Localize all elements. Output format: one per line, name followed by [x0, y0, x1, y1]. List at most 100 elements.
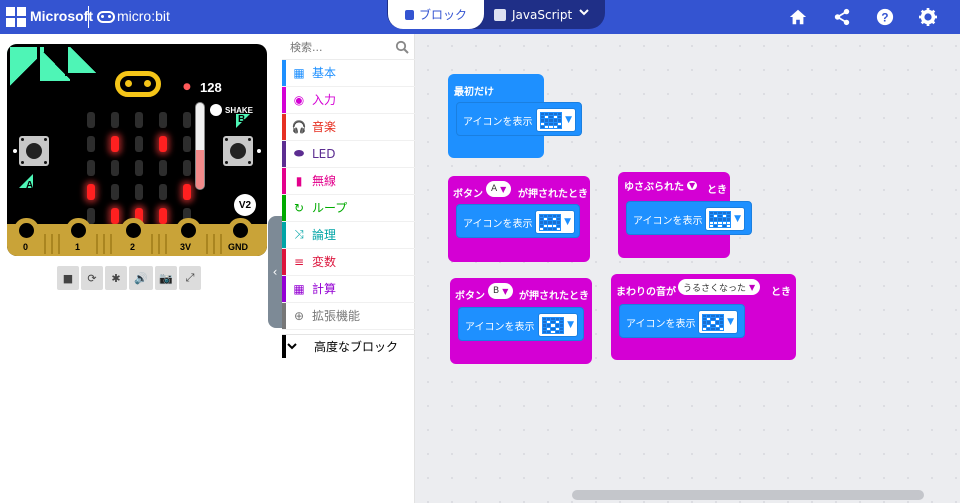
sound-level-slider[interactable] [195, 102, 205, 190]
show-icon-block[interactable]: アイコンを表示 ▼ [458, 307, 584, 341]
category-2[interactable]: 🎧 音楽 [282, 114, 415, 141]
help-icon[interactable]: ? [872, 4, 898, 30]
simulator-toolbar: ■ ⟳ ✱ 🔊 📷 ⤢ [57, 266, 201, 290]
icon-dropdown[interactable]: ▼ [538, 313, 578, 337]
button-selector-dropdown[interactable]: A ▼ [486, 181, 512, 197]
touch-logo[interactable] [115, 71, 161, 97]
debug-button[interactable]: ✱ [105, 266, 127, 290]
category-label: 入力 [312, 93, 337, 108]
icon-pixel [556, 215, 560, 218]
dropdown-caret-icon: ▼ [734, 214, 741, 224]
icon-pixel [718, 212, 722, 215]
mute-button[interactable]: 🔊 [129, 266, 153, 290]
category-4[interactable]: ▮ 無線 [282, 168, 415, 195]
show-icon-label: アイコンを表示 [633, 216, 703, 227]
edge-strip [206, 234, 208, 254]
button-selector-value: A [491, 184, 498, 194]
collapse-simulator-button[interactable]: ‹ [268, 216, 282, 328]
dropdown-caret-icon: ▼ [727, 317, 734, 327]
button-event-suffix: が押されたとき [518, 189, 588, 200]
category-8[interactable]: ▦ 計算 [282, 276, 415, 303]
blocks-mode-button[interactable]: ブロック [388, 0, 484, 29]
gesture-selector-dropdown[interactable]: ゆさぶられた ▼ [622, 177, 699, 193]
icon-pixel [722, 224, 726, 227]
category-3[interactable]: ⬬ LED [282, 141, 415, 168]
icon-pixel [715, 327, 719, 330]
icon-pixel [722, 221, 726, 224]
category-5[interactable]: ↻ ループ [282, 195, 415, 222]
advanced-blocks-toggle[interactable]: 高度なブロック [282, 334, 415, 358]
icon-pixel [552, 221, 556, 224]
icon-pixel [703, 324, 707, 327]
led-pixel [111, 184, 119, 200]
fullscreen-button[interactable]: ⤢ [179, 266, 201, 290]
icon-pixel [714, 221, 718, 224]
pin-hole [126, 223, 141, 238]
share-icon[interactable] [829, 4, 855, 30]
icon-pixel [718, 224, 722, 227]
icon-pixel [556, 221, 560, 224]
icon-pixel [544, 215, 548, 218]
led-pixel [87, 136, 95, 152]
javascript-mode-label: JavaScript [512, 7, 573, 22]
icon-pixel [540, 221, 544, 224]
edge-strip [151, 234, 153, 254]
button-b-label: B [238, 114, 246, 125]
icon-pixel [543, 321, 547, 324]
category-7[interactable]: ≡ 変数 [282, 249, 415, 276]
javascript-mode-button[interactable]: JavaScript [494, 0, 576, 29]
button-a[interactable] [19, 136, 49, 166]
category-9[interactable]: ⊕ 拡張機能 [282, 303, 415, 330]
icon-pixel [726, 218, 730, 221]
edge-strip [165, 234, 167, 254]
shake-button[interactable] [210, 104, 222, 116]
icon-dropdown[interactable]: ▼ [698, 310, 738, 334]
fullscreen-icon: ⤢ [185, 271, 195, 284]
stop-button[interactable]: ■ [57, 266, 79, 290]
icon-pixel [711, 324, 715, 327]
show-icon-block[interactable]: アイコンを表示 ▼ [456, 204, 580, 238]
icon-pixel [703, 315, 707, 318]
search-icon[interactable] [395, 40, 409, 54]
button-b[interactable] [223, 136, 253, 166]
icon-pixel [548, 221, 552, 224]
category-0[interactable]: ▦ 基本 [282, 60, 415, 87]
search-input[interactable] [290, 38, 390, 56]
button-selector-value: B [493, 286, 500, 296]
icon-pixel [726, 224, 730, 227]
settings-icon[interactable] [915, 4, 941, 30]
icon-pixel [547, 318, 551, 321]
blocks-workspace[interactable]: 最初だけ アイコンを表示 ▼ ボタン A ▼ が押されたとき アイコンを表示 ▼ … [416, 34, 960, 503]
category-1[interactable]: ◉ 入力 [282, 87, 415, 114]
edge-strip [51, 234, 53, 254]
sound-event-prefix: まわりの音が [616, 287, 676, 298]
language-dropdown-chevron-icon[interactable] [578, 6, 590, 21]
icon-dropdown[interactable]: ▼ [536, 108, 576, 132]
button-selector-dropdown[interactable]: B ▼ [488, 283, 514, 299]
category-icon: ≡ [293, 254, 305, 269]
home-icon[interactable] [785, 4, 811, 30]
icon-dropdown[interactable]: ▼ [705, 207, 745, 231]
icon-dropdown[interactable]: ▼ [535, 210, 575, 234]
icon-pixel [715, 321, 719, 324]
led-pixel [183, 136, 191, 152]
horizontal-scrollbar[interactable] [572, 490, 924, 500]
category-icon: ▮ [295, 173, 303, 188]
show-icon-block[interactable]: アイコンを表示 ▼ [456, 102, 582, 136]
icon-pixel [540, 215, 544, 218]
category-icon: ↻ [293, 200, 305, 215]
screenshot-button[interactable]: 📷 [155, 266, 177, 290]
category-6[interactable]: ⤨ 論理 [282, 222, 415, 249]
show-icon-block[interactable]: アイコンを表示 ▼ [626, 201, 752, 235]
button-a-label: A [26, 180, 34, 191]
icon-preview [702, 314, 724, 331]
show-icon-label: アイコンを表示 [465, 322, 535, 333]
pin-hole [181, 223, 196, 238]
icon-pixel [547, 321, 551, 324]
icon-pixel [722, 215, 726, 218]
sound-level-dropdown[interactable]: うるさくなった ▼ [678, 279, 761, 295]
show-icon-block[interactable]: アイコンを表示 ▼ [619, 304, 745, 338]
led-pixel [111, 136, 119, 152]
restart-button[interactable]: ⟳ [81, 266, 103, 290]
icon-pixel [703, 327, 707, 330]
